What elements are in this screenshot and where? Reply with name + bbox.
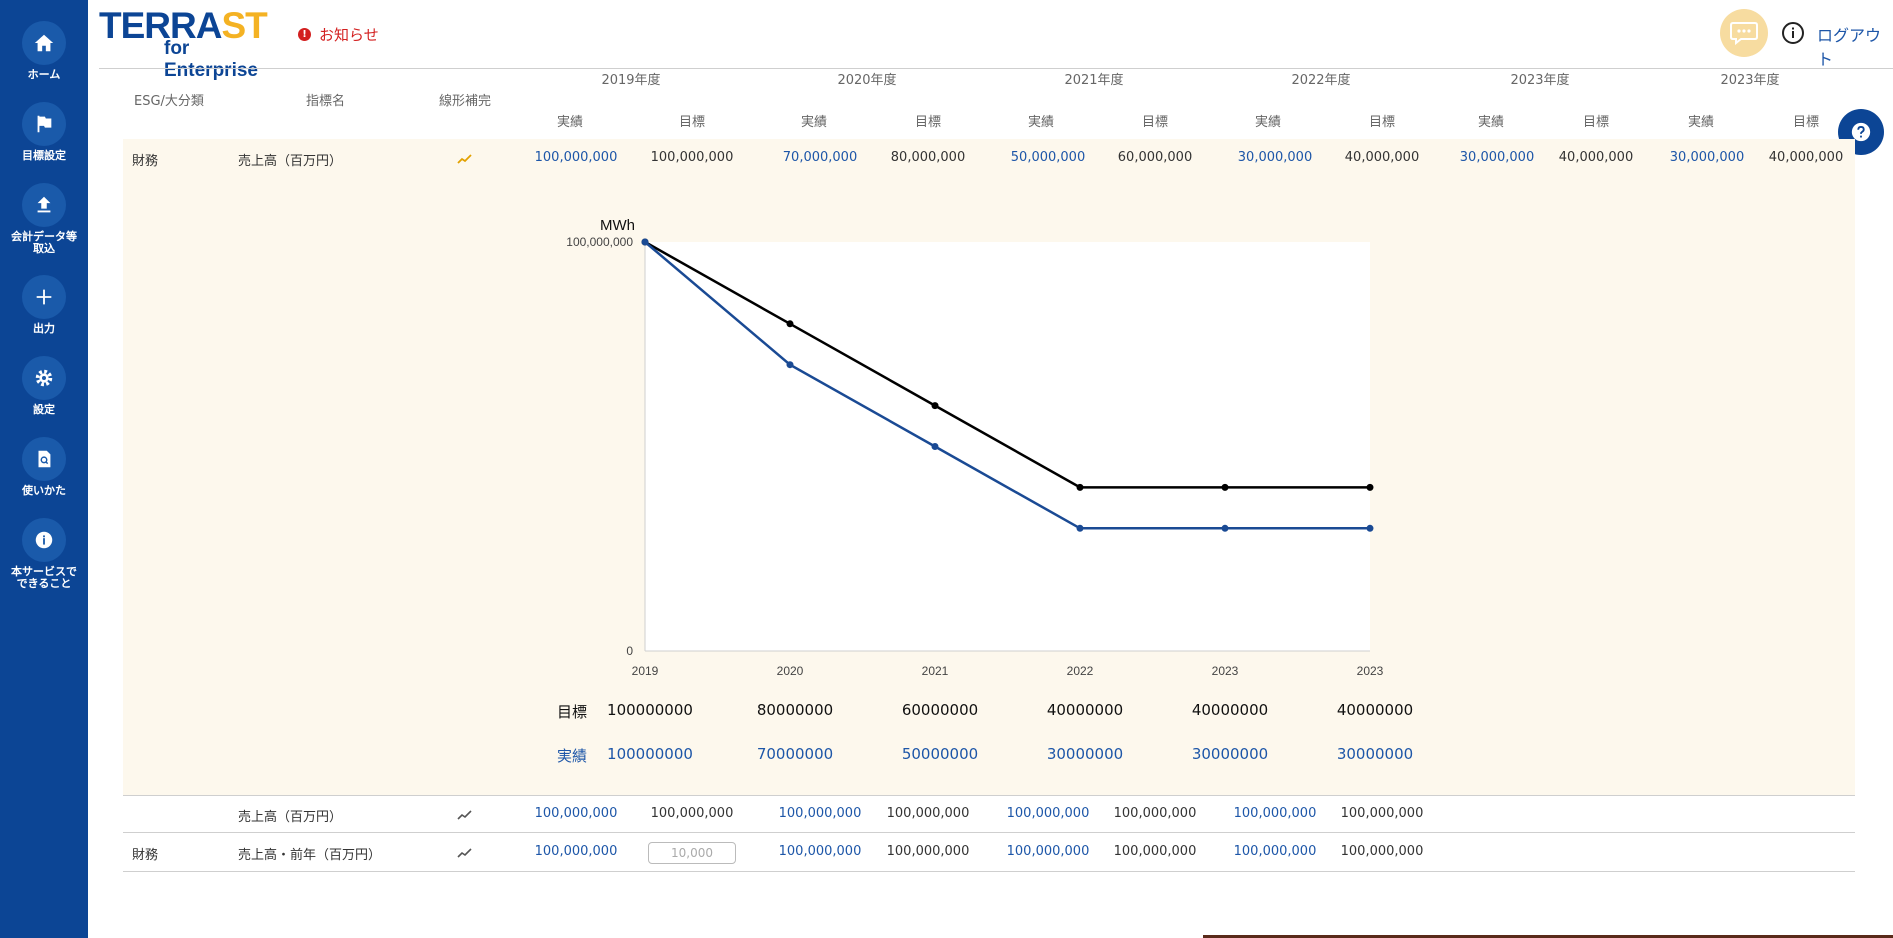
legend-value: 50000000	[901, 745, 979, 763]
value-cell: 100,000,000	[1233, 844, 1317, 859]
y-tick-label: 100,000,000	[566, 235, 633, 249]
category-cell: 財務	[132, 848, 159, 863]
indicator-name-cell: 売上高（百万円）	[238, 810, 343, 825]
value-cell: 100,000,000	[1006, 806, 1090, 821]
value-cell: 100,000,000	[778, 844, 862, 859]
legend-value: 40000000	[1336, 701, 1414, 719]
value-cell: 100,000,000	[1113, 806, 1197, 821]
trend-icon[interactable]	[457, 845, 473, 864]
legend-value: 100000000	[607, 745, 693, 763]
value-cell: 100,000,000	[650, 806, 734, 821]
data-point	[931, 402, 939, 410]
value-cell: 100,000,000	[1340, 806, 1424, 821]
value-cell: 100,000,000	[778, 806, 862, 821]
value-cell: 100,000,000	[1340, 844, 1424, 859]
legend-row-label: 目標	[556, 703, 588, 721]
value-cell: 100,000,000	[534, 844, 618, 859]
legend-value: 70000000	[756, 745, 834, 763]
value-cell: 100,000,000	[534, 806, 618, 821]
data-point	[1221, 483, 1229, 491]
data-point	[1221, 524, 1229, 532]
x-tick-label: 2023	[1357, 664, 1384, 678]
trend-icon[interactable]	[457, 807, 473, 826]
y-tick-label: 0	[626, 644, 633, 658]
data-point	[1076, 483, 1084, 491]
legend-value: 30000000	[1191, 745, 1269, 763]
x-tick-label: 2019	[632, 664, 659, 678]
value-cell: 100,000,000	[886, 844, 970, 859]
data-point	[931, 443, 939, 450]
data-point	[1366, 524, 1374, 532]
row-divider	[123, 795, 1855, 796]
x-tick-label: 2021	[922, 664, 949, 678]
data-point	[1366, 483, 1374, 491]
legend-row-label: 実績	[556, 747, 588, 765]
data-point	[786, 361, 794, 369]
legend-value: 80000000	[756, 701, 834, 719]
legend-value: 40000000	[1191, 701, 1269, 719]
data-point	[786, 320, 794, 328]
x-tick-label: 2020	[777, 664, 804, 678]
value-cell: 100,000,000	[1113, 844, 1197, 859]
indicator-name-cell: 売上高・前年（百万円）	[238, 848, 382, 863]
target-input[interactable]: 10,000	[648, 842, 736, 864]
legend-value: 100000000	[607, 701, 693, 719]
value-cell: 100,000,000	[886, 806, 970, 821]
data-point	[1076, 524, 1084, 532]
value-cell: 100,000,000	[1006, 844, 1090, 859]
y-axis-label: MWh	[600, 217, 635, 234]
x-tick-label: 2022	[1067, 664, 1094, 678]
row-divider	[123, 832, 1855, 833]
row-divider	[123, 871, 1855, 872]
value-cell: 100,000,000	[1233, 806, 1317, 821]
legend-value: 60000000	[901, 701, 979, 719]
legend-value: 30000000	[1046, 745, 1124, 763]
legend-value: 40000000	[1046, 701, 1124, 719]
line-chart: MWh 100,000,000 0 2019 2020 2021 2022 2023 2023	[566, 217, 1384, 678]
legend-value: 30000000	[1336, 745, 1414, 763]
x-tick-label: 2023	[1212, 664, 1239, 678]
data-point	[641, 238, 649, 246]
